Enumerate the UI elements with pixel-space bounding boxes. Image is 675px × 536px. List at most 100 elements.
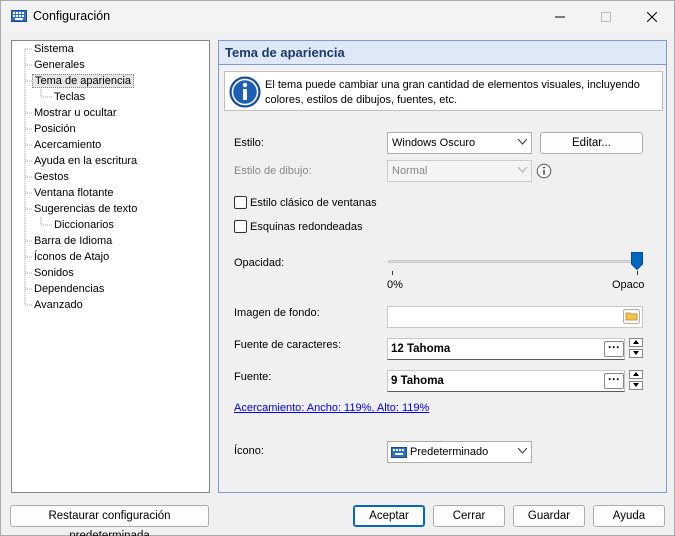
style-combo[interactable]: Windows Oscuro bbox=[387, 132, 532, 154]
tree-item-label: Dependencias bbox=[34, 283, 105, 295]
folder-icon[interactable] bbox=[623, 309, 640, 324]
icon-label: Ícono: bbox=[234, 445, 264, 457]
draw-style-info-icon[interactable] bbox=[536, 163, 552, 179]
title-bar: Configuración bbox=[1, 1, 674, 32]
icon-combo[interactable]: Predeterminado bbox=[387, 441, 532, 463]
opacity-slider-thumb[interactable] bbox=[631, 252, 643, 270]
save-button[interactable]: Guardar bbox=[513, 505, 585, 527]
tree-item-label: Sistema bbox=[34, 43, 74, 55]
draw-style-label: Estilo de dibujo: bbox=[234, 165, 312, 177]
char-font-spin-down[interactable] bbox=[629, 349, 643, 358]
style-label: Estilo: bbox=[234, 137, 264, 149]
char-font-dots-button[interactable]: ··· bbox=[604, 341, 624, 357]
settings-window: Configuración Sistema Generales Tema de … bbox=[0, 0, 675, 536]
tree-item-label: Ayuda en la escritura bbox=[34, 155, 138, 167]
tree-item[interactable]: Tema de apariencia bbox=[32, 74, 135, 89]
info-icon bbox=[229, 76, 261, 108]
panel-title: Tema de apariencia bbox=[225, 45, 345, 60]
keyboard-icon bbox=[391, 447, 407, 458]
tree-item-label: Acercamiento bbox=[34, 139, 102, 151]
tree-item[interactable]: Íconos de Atajo bbox=[32, 250, 111, 265]
rounded-corners-label: Esquinas redondeadas bbox=[250, 221, 363, 233]
tree-item[interactable]: Gestos bbox=[32, 170, 71, 185]
char-font-label: Fuente de caracteres: bbox=[234, 339, 342, 351]
edit-button[interactable]: Editar... bbox=[540, 132, 643, 154]
maximize-button[interactable] bbox=[583, 1, 629, 32]
opacity-max-label: Opaco bbox=[612, 279, 645, 291]
zoom-link[interactable]: Acercamiento: Ancho: 119%, Alto: 119% bbox=[234, 402, 429, 414]
triangle-down-icon bbox=[633, 351, 639, 355]
icon-combo-value: Predeterminado bbox=[410, 446, 489, 458]
keyboard-icon bbox=[11, 10, 27, 22]
tree-item-label: Diccionarios bbox=[54, 219, 114, 231]
tree-item-label: Barra de Idioma bbox=[34, 235, 113, 247]
draw-style-combo-value: Normal bbox=[392, 165, 428, 177]
tree-item-label: Posición bbox=[34, 123, 76, 135]
font-label: Fuente: bbox=[234, 371, 272, 383]
font-spin-down[interactable] bbox=[629, 381, 643, 390]
close-icon bbox=[647, 11, 657, 22]
triangle-up-icon bbox=[633, 340, 639, 344]
tree-item[interactable]: Mostrar u ocultar bbox=[32, 106, 119, 121]
tree-item[interactable]: Diccionarios bbox=[52, 218, 116, 233]
tree-item-label: Ventana flotante bbox=[34, 187, 114, 199]
tree-item[interactable]: Ayuda en la escritura bbox=[32, 154, 139, 169]
restore-defaults-button[interactable]: Restaurar configuración predeterminada bbox=[10, 505, 209, 536]
help-button[interactable]: Ayuda bbox=[593, 505, 665, 527]
tree-item[interactable]: Dependencias bbox=[32, 282, 106, 297]
opacity-min-label: 0% bbox=[387, 279, 403, 291]
tree-item[interactable]: Sugerencias de texto bbox=[32, 202, 139, 217]
accept-button[interactable]: Aceptar bbox=[353, 505, 425, 527]
tree-item[interactable]: Generales bbox=[32, 58, 87, 73]
opacity-tick-min bbox=[392, 271, 393, 275]
classic-windows-checkbox[interactable] bbox=[234, 196, 247, 209]
triangle-down-icon bbox=[633, 383, 639, 387]
tree-item[interactable]: Sonidos bbox=[32, 266, 76, 281]
chevron-down-icon bbox=[518, 167, 527, 173]
tree-item[interactable]: Acercamiento bbox=[32, 138, 103, 153]
tree-item[interactable]: Sistema bbox=[32, 42, 76, 57]
opacity-slider-track[interactable] bbox=[388, 260, 643, 263]
style-combo-value: Windows Oscuro bbox=[392, 137, 476, 149]
font-field[interactable]: 9 Tahoma bbox=[387, 370, 625, 392]
window-title: Configuración bbox=[33, 9, 111, 23]
info-text: El tema puede cambiar una gran cantidad … bbox=[265, 79, 640, 106]
draw-style-combo[interactable]: Normal bbox=[387, 160, 532, 182]
opacity-tick-max bbox=[637, 271, 638, 275]
classic-windows-label: Estilo clásico de ventanas bbox=[250, 197, 377, 209]
char-font-spin-up[interactable] bbox=[629, 338, 643, 347]
tree-item-label: Avanzado bbox=[34, 299, 83, 311]
triangle-up-icon bbox=[633, 372, 639, 376]
background-image-field[interactable] bbox=[387, 306, 643, 328]
tree-item[interactable]: Ventana flotante bbox=[32, 186, 116, 201]
minimize-icon bbox=[555, 16, 565, 17]
tree-item[interactable]: Barra de Idioma bbox=[32, 234, 114, 249]
tree-item-label: Íconos de Atajo bbox=[34, 251, 110, 263]
settings-tree[interactable]: Sistema Generales Tema de apariencia Teclas… bbox=[11, 40, 210, 493]
chevron-down-icon bbox=[518, 448, 527, 454]
background-image-label: Imagen de fondo: bbox=[234, 307, 320, 319]
tree-item-label: Generales bbox=[34, 59, 85, 71]
tree-item[interactable]: Posición bbox=[32, 122, 78, 137]
minimize-button[interactable] bbox=[537, 1, 583, 32]
char-font-field[interactable]: 12 Tahoma bbox=[387, 338, 625, 360]
tree-item-label: Tema de apariencia bbox=[32, 74, 135, 88]
opacity-label: Opacidad: bbox=[234, 257, 285, 269]
font-spin-up[interactable] bbox=[629, 370, 643, 379]
maximize-icon bbox=[601, 11, 611, 22]
cancel-button[interactable]: Cerrar bbox=[433, 505, 505, 527]
tree-item-label: Sonidos bbox=[34, 267, 74, 279]
tree-item-label: Mostrar u ocultar bbox=[34, 107, 117, 119]
panel-header: Tema de apariencia bbox=[219, 41, 666, 65]
rounded-corners-checkbox[interactable] bbox=[234, 220, 247, 233]
tree-item-label: Sugerencias de texto bbox=[34, 203, 138, 215]
font-dots-button[interactable]: ··· bbox=[604, 373, 624, 389]
info-box: El tema puede cambiar una gran cantidad … bbox=[224, 71, 663, 111]
tree-item-label: Gestos bbox=[34, 171, 69, 183]
tree-item[interactable]: Teclas bbox=[52, 90, 87, 105]
chevron-down-icon bbox=[518, 139, 527, 145]
appearance-panel: Tema de apariencia El tema puede cambiar… bbox=[218, 40, 667, 493]
tree-item-label: Teclas bbox=[54, 91, 86, 103]
close-button[interactable] bbox=[629, 1, 675, 32]
tree-item[interactable]: Avanzado bbox=[32, 298, 85, 313]
